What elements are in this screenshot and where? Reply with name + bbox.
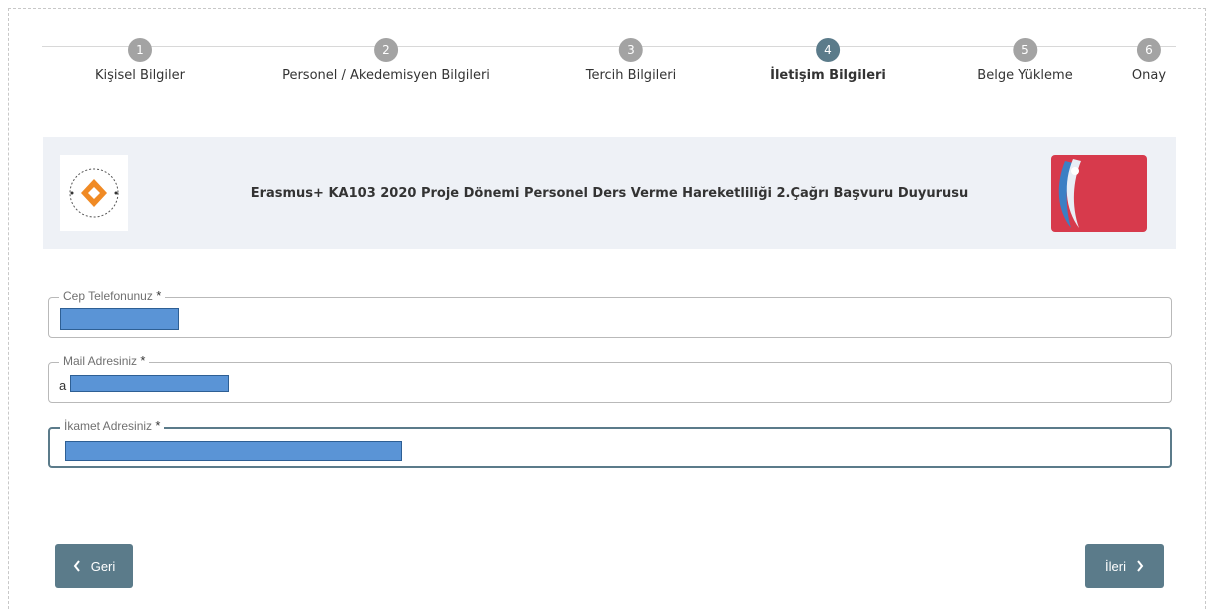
next-button-label: İleri bbox=[1105, 558, 1126, 574]
step-number: 3 bbox=[619, 38, 643, 62]
step-2[interactable]: 2 Personel / Akedemisyen Bilgileri bbox=[282, 38, 490, 83]
step-label: Onay bbox=[1131, 68, 1167, 83]
national-agency-logo-icon bbox=[1058, 159, 1081, 228]
step-4[interactable]: 4 İletişim Bilgileri bbox=[770, 38, 886, 83]
step-1[interactable]: 1 Kişisel Bilgiler bbox=[95, 38, 185, 83]
step-label: Belge Yükleme bbox=[977, 68, 1073, 83]
step-label: Tercih Bilgileri bbox=[585, 68, 677, 83]
phone-label: Cep Telefonunuz * bbox=[59, 288, 166, 303]
address-field[interactable]: İkamet Adresiniz * bbox=[48, 418, 1172, 468]
back-button-label: Geri bbox=[90, 558, 116, 574]
step-number: 4 bbox=[816, 38, 840, 62]
national-agency-logo bbox=[1051, 155, 1147, 232]
step-number: 2 bbox=[374, 38, 398, 62]
mail-label: Mail Adresiniz * bbox=[59, 353, 150, 368]
back-button[interactable]: Geri bbox=[55, 544, 133, 588]
step-6[interactable]: 6 Onay bbox=[1132, 38, 1166, 83]
step-number: 1 bbox=[128, 38, 152, 62]
step-5[interactable]: 5 Belge Yükleme bbox=[977, 38, 1073, 83]
mail-field[interactable]: Mail Adresiniz * a bbox=[48, 353, 1172, 403]
banner-title: Erasmus+ KA103 2020 Proje Dönemi Persone… bbox=[250, 186, 969, 201]
chevron-left-icon bbox=[73, 560, 80, 572]
redacted-phone bbox=[60, 308, 179, 330]
redacted-address bbox=[65, 441, 402, 461]
chevron-right-icon bbox=[1137, 560, 1144, 572]
step-3[interactable]: 3 Tercih Bilgileri bbox=[585, 38, 677, 83]
address-label: İkamet Adresiniz * bbox=[60, 418, 165, 433]
step-number: 6 bbox=[1136, 38, 1161, 62]
progress-stepper: 1 Kişisel Bilgiler 2 Personel / Akedemis… bbox=[42, 38, 1176, 98]
announcement-banner: Erasmus+ KA103 2020 Proje Dönemi Persone… bbox=[43, 137, 1176, 249]
step-label: Kişisel Bilgiler bbox=[95, 68, 185, 83]
phone-field[interactable]: Cep Telefonunuz * bbox=[48, 288, 1172, 338]
redacted-mail bbox=[70, 375, 229, 392]
step-label: İletişim Bilgileri bbox=[770, 68, 886, 83]
step-label: Personel / Akedemisyen Bilgileri bbox=[282, 68, 490, 83]
next-button[interactable]: İleri bbox=[1085, 544, 1164, 588]
mail-value: a bbox=[59, 378, 67, 393]
step-number: 5 bbox=[1013, 38, 1037, 62]
